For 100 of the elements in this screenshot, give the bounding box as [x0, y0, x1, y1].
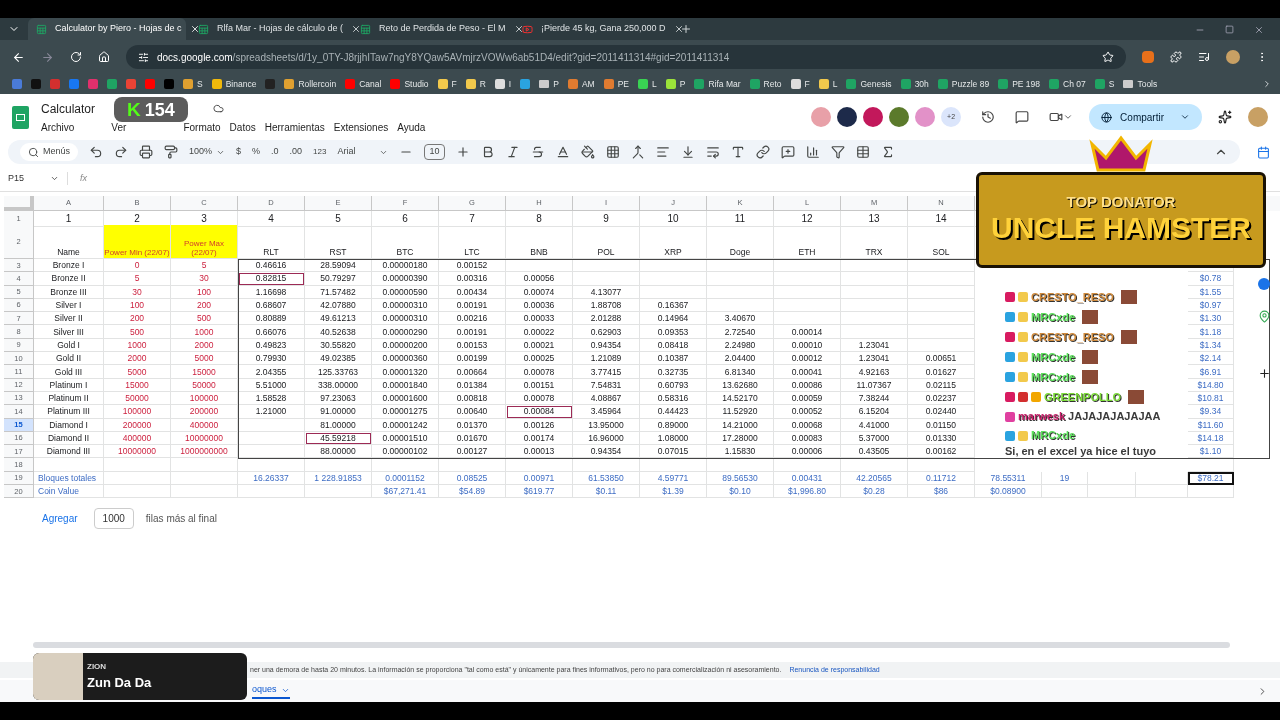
bookmark[interactable]: Rifa Mar — [694, 77, 741, 91]
sheet-tab[interactable]: oques — [252, 683, 290, 699]
menu-item[interactable]: Archivo — [41, 119, 75, 135]
fill-color-icon[interactable] — [580, 145, 595, 159]
maps-icon[interactable] — [1257, 310, 1271, 323]
extension-icon[interactable] — [1142, 51, 1154, 63]
back-icon[interactable] — [12, 50, 25, 64]
font-select[interactable]: Arial — [337, 145, 389, 159]
menu-item[interactable]: Herramientas — [264, 119, 325, 135]
browser-tab[interactable]: ¡Pierde 45 kg, Gana 250,000 D — [514, 18, 672, 40]
bookmark[interactable]: Studio — [390, 77, 429, 91]
bookmark[interactable]: Genesis — [846, 77, 892, 91]
bookmark[interactable]: PE — [603, 77, 629, 91]
browser-tab[interactable]: Reto de Perdida de Peso - El M — [352, 18, 510, 40]
bookmark[interactable]: AM — [567, 77, 595, 91]
calendar-icon[interactable] — [1257, 146, 1270, 159]
bookmark[interactable]: Puzzle 89 — [937, 77, 990, 91]
bookmark[interactable]: 30h — [900, 77, 929, 91]
close-icon[interactable] — [673, 24, 684, 34]
bookmark[interactable]: L — [638, 77, 657, 91]
bookmark[interactable]: Canal — [345, 77, 382, 91]
link-icon[interactable] — [755, 145, 770, 159]
bookmark[interactable]: Ch 07 — [1049, 77, 1086, 91]
bookmark[interactable]: P — [539, 77, 559, 91]
font-size-field[interactable]: 10 — [424, 144, 445, 160]
add-rows-button[interactable]: Agregar — [38, 511, 82, 527]
table-icon[interactable] — [855, 145, 870, 159]
close-window-icon[interactable] — [1254, 25, 1264, 35]
italic-icon[interactable] — [505, 145, 520, 159]
table-cell: Diamond II — [34, 431, 104, 446]
menu-item[interactable]: Extensiones — [333, 119, 389, 135]
restore-icon[interactable] — [1225, 25, 1234, 34]
close-icon[interactable] — [189, 24, 200, 34]
bookmark[interactable]: I — [494, 77, 512, 91]
sheets-logo-icon[interactable] — [12, 105, 29, 129]
sparkle-icon[interactable] — [1218, 110, 1232, 124]
document-title[interactable]: Calculator — [41, 99, 96, 118]
menu-item[interactable]: Formato — [183, 119, 221, 135]
close-icon[interactable] — [513, 24, 524, 34]
add-addon-icon[interactable] — [1257, 367, 1271, 380]
home-icon[interactable] — [98, 51, 110, 63]
collaborator-avatar[interactable] — [837, 107, 858, 127]
bookmark[interactable]: R — [465, 77, 486, 91]
currency-format[interactable]: $ — [236, 145, 242, 159]
bookmark[interactable]: Rollercoin — [284, 77, 337, 91]
increase-decimals[interactable]: .00 — [289, 145, 303, 159]
share-button[interactable]: Compartir — [1089, 104, 1202, 130]
increase-size-icon[interactable] — [455, 145, 470, 159]
undo-icon[interactable] — [89, 145, 103, 159]
merge-icon[interactable] — [630, 145, 645, 159]
bookmark-icon[interactable] — [520, 79, 531, 89]
bookmark[interactable]: S — [1094, 77, 1115, 91]
menus-search[interactable]: Menús — [20, 143, 78, 161]
horizontal-scrollbar[interactable] — [33, 642, 1230, 648]
vertical-align-icon[interactable] — [680, 145, 695, 159]
more-bookmarks-icon[interactable] — [1262, 79, 1272, 89]
table-cell — [238, 485, 305, 499]
media-icon[interactable] — [1198, 51, 1210, 63]
address-bar[interactable]: docs.google.com/spreadsheets/d/1y_0TY-J8rjjhITaw7ngY8YQaw5AVmjrzVOWw6ab51D4/edit?gid=2011411314#gid=2011411314 — [126, 45, 1126, 69]
zoom-select[interactable]: 100% — [189, 145, 226, 159]
bookmark[interactable]: Tools — [1123, 77, 1158, 91]
filter-icon[interactable] — [830, 145, 845, 159]
bookmark[interactable]: L — [818, 77, 838, 91]
new-tab-icon[interactable] — [680, 23, 692, 35]
text-color-icon[interactable] — [555, 145, 570, 159]
site-info-icon[interactable] — [138, 51, 149, 63]
name-box[interactable]: P15 — [8, 171, 68, 186]
bookmark[interactable]: Binance — [211, 77, 257, 91]
browser-tab[interactable]: Rlfa Mar - Hojas de cálculo de ( — [190, 18, 348, 40]
close-icon[interactable] — [351, 24, 362, 34]
forward-icon[interactable] — [41, 50, 54, 64]
decrease-decimals[interactable]: .0 — [271, 145, 279, 159]
menu-item[interactable]: Datos — [229, 119, 256, 135]
bookmark-star-icon[interactable] — [1102, 51, 1114, 63]
paint-format-icon[interactable] — [164, 145, 178, 159]
align-icon[interactable] — [655, 145, 670, 159]
comments-icon[interactable] — [1015, 110, 1030, 124]
profile-avatar[interactable] — [1226, 50, 1240, 64]
number-format[interactable]: 123 — [313, 146, 327, 158]
bookmark[interactable]: Reto — [749, 77, 782, 91]
history-icon[interactable] — [981, 110, 996, 124]
rows-count-field[interactable]: 1000 — [93, 508, 134, 530]
wrap-icon[interactable] — [705, 145, 720, 159]
comment-icon[interactable] — [780, 145, 795, 159]
percent-format[interactable]: % — [252, 145, 261, 159]
menu-item[interactable]: Ver — [111, 119, 127, 135]
strikethrough-icon[interactable] — [530, 145, 545, 159]
borders-icon[interactable] — [605, 145, 620, 159]
bookmark[interactable]: F — [790, 77, 810, 91]
video-call-icon[interactable] — [1049, 110, 1064, 124]
bookmark[interactable]: P — [665, 77, 686, 91]
menu-item[interactable]: Ayuda — [397, 119, 426, 135]
bookmark[interactable]: S — [183, 77, 203, 91]
bookmark[interactable]: PE 198 — [998, 77, 1041, 91]
bookmark[interactable]: F — [437, 77, 457, 91]
extensions-icon[interactable] — [1170, 51, 1182, 63]
print-icon[interactable] — [139, 145, 153, 159]
chart-icon[interactable] — [805, 145, 820, 159]
reload-icon[interactable] — [70, 51, 82, 63]
redo-icon[interactable] — [114, 145, 128, 159]
